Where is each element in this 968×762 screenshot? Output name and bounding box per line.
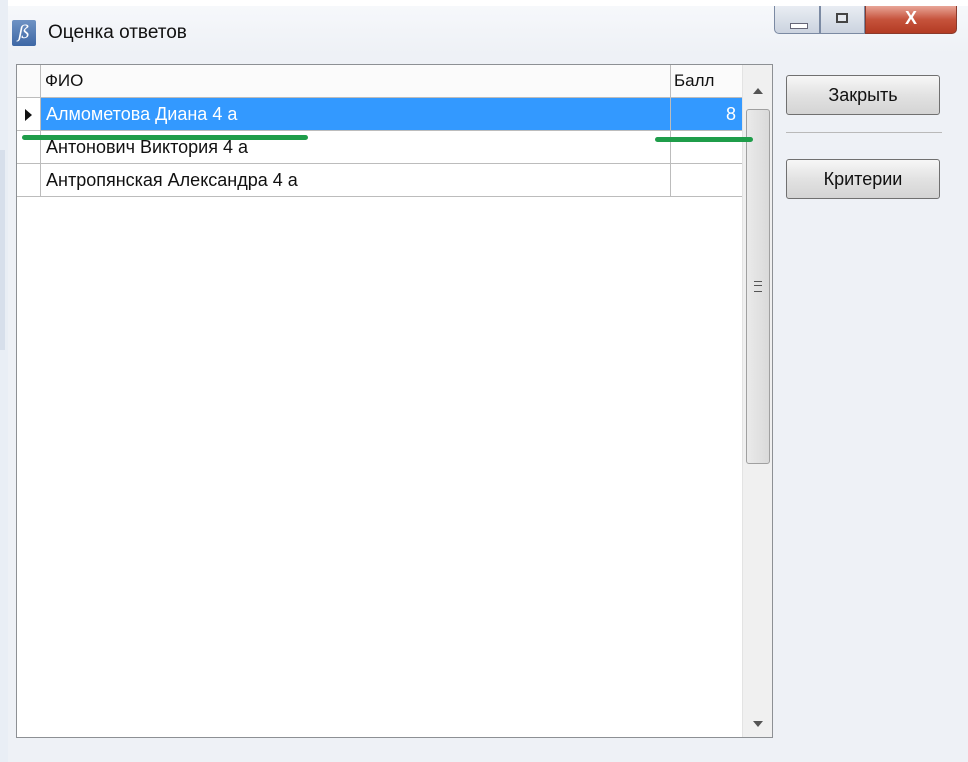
student-name-cell[interactable]: Антропянская Александра 4 а — [41, 164, 671, 197]
scroll-up-icon[interactable] — [753, 88, 763, 94]
maximize-icon[interactable] — [820, 6, 865, 34]
title-bar[interactable]: ß Оценка ответов X — [8, 6, 968, 54]
row-indicator[interactable] — [17, 164, 41, 197]
scrollbar-thumb[interactable] — [746, 109, 770, 464]
desktop-background — [0, 0, 8, 762]
answers-grid[interactable]: ФИО Балл Алмометова Диана 4 а 8 Антонови… — [16, 64, 773, 738]
grid-header-row: ФИО Балл — [17, 65, 743, 98]
criteria-button[interactable]: Критерии — [786, 159, 940, 199]
grid-table: ФИО Балл Алмометова Диана 4 а 8 Антонови… — [17, 65, 743, 197]
score-cell[interactable]: 8 — [671, 98, 743, 131]
app-logo-icon: ß — [12, 20, 36, 46]
current-row-arrow-icon — [25, 109, 32, 121]
window-title: Оценка ответов — [48, 22, 187, 43]
column-header-fio[interactable]: ФИО — [41, 65, 671, 98]
highlight-underline-score — [655, 137, 753, 142]
scroll-down-icon[interactable] — [753, 721, 763, 727]
button-separator — [786, 132, 942, 133]
score-cell[interactable] — [671, 164, 743, 197]
desktop-background-detail — [0, 150, 5, 350]
student-name-cell[interactable]: Алмометова Диана 4 а — [41, 98, 671, 131]
score-cell[interactable] — [671, 131, 743, 164]
row-indicator[interactable] — [17, 98, 41, 131]
table-row[interactable]: Алмометова Диана 4 а 8 — [17, 98, 743, 131]
highlight-underline-name — [22, 135, 308, 140]
column-header-ball[interactable]: Балл — [671, 65, 743, 98]
close-window-icon[interactable]: X — [865, 6, 957, 34]
scrollbar-grip-icon — [754, 281, 762, 292]
vertical-scrollbar[interactable] — [742, 65, 772, 737]
table-row[interactable]: Антропянская Александра 4 а — [17, 164, 743, 197]
close-button[interactable]: Закрыть — [786, 75, 940, 115]
minimize-icon[interactable] — [774, 6, 820, 34]
row-indicator-header — [17, 65, 41, 98]
